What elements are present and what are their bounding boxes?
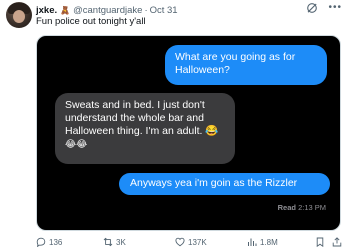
- reply-icon: [36, 237, 46, 247]
- views-icon: [248, 238, 257, 246]
- views-count: 1.8M: [260, 237, 278, 247]
- tweet-header: jxke. 🧸 @cantguardjake · Oct 31: [36, 3, 178, 17]
- tweet-text: Fun police out tonight y'all: [36, 16, 146, 27]
- bookmark-icon: [316, 237, 324, 247]
- message-text: understand the whole bar and: [65, 112, 204, 124]
- message-text: Sweats and in bed. I just don't: [65, 99, 205, 111]
- message-bubble-sent: What are you going as for Halloween?: [165, 45, 327, 85]
- retweet-button[interactable]: 3K: [103, 237, 126, 247]
- message-bubble-sent: Anyways yea i'm goin as the Rizzler: [119, 173, 330, 195]
- like-count: 137K: [188, 237, 207, 247]
- grok-icon[interactable]: [306, 2, 318, 14]
- header-icons: •••: [306, 2, 342, 14]
- message-text: What are you going as for: [175, 51, 296, 63]
- reply-count: 136: [49, 237, 63, 247]
- bookmark-button[interactable]: [315, 237, 325, 247]
- more-icon[interactable]: •••: [328, 2, 342, 14]
- reply-button[interactable]: 136: [36, 237, 62, 247]
- read-receipt: Read 2:13 PM: [278, 203, 326, 212]
- message-text: Anyways yea i'm goin as the Rizzler: [130, 177, 298, 189]
- views-button[interactable]: 1.8M: [247, 237, 278, 247]
- like-button[interactable]: 137K: [175, 237, 207, 247]
- retweet-count: 3K: [116, 237, 126, 247]
- message-bubble-received: Sweats and in bed. I just don't understa…: [55, 93, 235, 164]
- avatar[interactable]: [6, 2, 32, 28]
- share-button[interactable]: [332, 237, 342, 247]
- separator: ·: [144, 4, 148, 16]
- read-label: Read: [277, 203, 296, 212]
- action-bar: 136 3K 137K 1.8M: [36, 237, 346, 249]
- message-text: Halloween?: [175, 64, 230, 76]
- retweet-icon: [103, 237, 113, 247]
- tweet-date[interactable]: Oct 31: [150, 5, 178, 16]
- like-icon: [175, 237, 185, 247]
- message-text: Halloween thing. I'm an adult. 😂: [65, 125, 219, 137]
- share-icon: [332, 237, 342, 247]
- display-name[interactable]: jxke.: [36, 5, 57, 16]
- user-handle[interactable]: @cantguardjake: [73, 5, 142, 16]
- read-time: 2:13 PM: [298, 203, 326, 212]
- screenshot-media[interactable]: What are you going as for Halloween? Swe…: [36, 35, 341, 231]
- teddy-bear-badge: 🧸: [60, 5, 71, 15]
- laughing-emoji-line: 😂😂: [65, 139, 88, 150]
- tweet[interactable]: jxke. 🧸 @cantguardjake · Oct 31 ••• Fun …: [0, 0, 350, 250]
